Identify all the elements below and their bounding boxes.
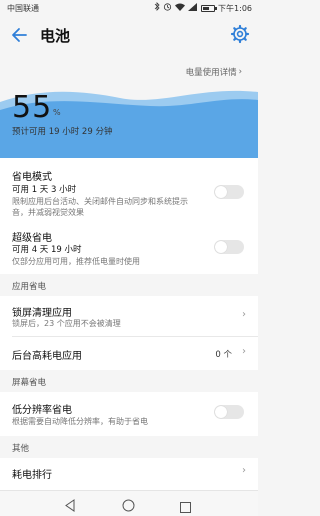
- app-saving-label: 应用省电: [12, 282, 47, 292]
- status-icons: 下午1:06: [154, 2, 252, 14]
- nav-recents-icon[interactable]: [180, 498, 191, 516]
- alarm-icon: [163, 2, 172, 14]
- chevron-right-icon: ›: [242, 465, 246, 476]
- chevron-right-icon: ›: [238, 67, 242, 77]
- super-saving-subtitle: 可用 4 天 19 小时: [12, 245, 82, 255]
- bluetooth-icon: [154, 2, 160, 14]
- battery-percent-unit: %: [53, 108, 61, 117]
- chevron-right-icon: ›: [242, 309, 246, 320]
- usage-details-label: 电量使用详情: [185, 68, 237, 78]
- carrier-name: 中国联通: [7, 4, 39, 13]
- signal-icon: [188, 2, 198, 14]
- app-bar: 电池: [0, 16, 258, 54]
- power-saving-title: 省电模式: [12, 172, 52, 183]
- wifi-icon: [175, 3, 186, 14]
- power-saving-subtitle: 可用 1 天 3 小时: [12, 185, 77, 195]
- status-bar: 中国联通 下午1:06: [0, 0, 258, 16]
- power-modes-section: 省电模式 可用 1 天 3 小时 限制应用后台活动、关闭邮件自动同步和系统提示音…: [0, 158, 258, 274]
- power-saving-toggle[interactable]: [214, 185, 244, 199]
- battery-remaining-time: 预计可用 19 小时 29 分钟: [12, 127, 113, 137]
- app-saving-header: 应用省电: [0, 274, 258, 296]
- super-saving-toggle[interactable]: [214, 240, 244, 254]
- low-res-toggle[interactable]: [214, 405, 244, 419]
- other-header: 其他: [0, 436, 258, 458]
- back-arrow-icon[interactable]: [10, 25, 30, 45]
- nav-home-icon[interactable]: [122, 497, 135, 516]
- chevron-right-icon: ›: [242, 346, 246, 357]
- page-title: 电池: [40, 27, 71, 45]
- lock-clean-title: 锁屏清理应用: [12, 308, 72, 319]
- screen-saving-label: 屏幕省电: [12, 378, 47, 388]
- screen-saving-header: 屏幕省电: [0, 370, 258, 392]
- super-saving-desc: 仅部分应用可用，推荐低电量时使用: [12, 257, 140, 266]
- app-saving-section: 锁屏清理应用 锁屏后，23 个应用不会被清理 › 后台高耗电应用 0 个 ›: [0, 296, 258, 370]
- navigation-bar: [0, 490, 258, 516]
- screen-saving-section: 低分辨率省电 根据需要自动降低分辨率，有助于省电: [0, 392, 258, 436]
- lock-clean-row[interactable]: 锁屏清理应用 锁屏后，23 个应用不会被清理 ›: [0, 296, 258, 336]
- battery-icon: [201, 4, 218, 12]
- low-res-desc: 根据需要自动降低分辨率，有助于省电: [12, 417, 148, 426]
- low-res-title: 低分辨率省电: [12, 405, 72, 416]
- battery-level: 55: [12, 90, 53, 125]
- other-label: 其他: [12, 444, 30, 454]
- lock-clean-desc: 锁屏后，23 个应用不会被清理: [12, 319, 121, 328]
- other-section: 耗电排行 ›: [0, 458, 258, 490]
- consumption-ranking-title: 耗电排行: [12, 470, 52, 481]
- nav-back-icon[interactable]: [64, 497, 76, 516]
- usage-details-link[interactable]: 电量使用详情 ›: [186, 66, 242, 78]
- clock: 下午1:06: [218, 3, 252, 13]
- high-drain-row[interactable]: 后台高耗电应用 0 个 ›: [0, 337, 258, 370]
- settings-gear-icon[interactable]: [230, 24, 250, 44]
- super-saving-title: 超级省电: [12, 233, 52, 244]
- high-drain-title: 后台高耗电应用: [12, 351, 82, 362]
- high-drain-count: 0 个: [215, 350, 232, 360]
- power-saving-desc: 限制应用后台活动、关闭邮件自动同步和系统提示音，并减弱视觉效果: [12, 197, 188, 217]
- consumption-ranking-row[interactable]: 耗电排行 ›: [0, 458, 258, 490]
